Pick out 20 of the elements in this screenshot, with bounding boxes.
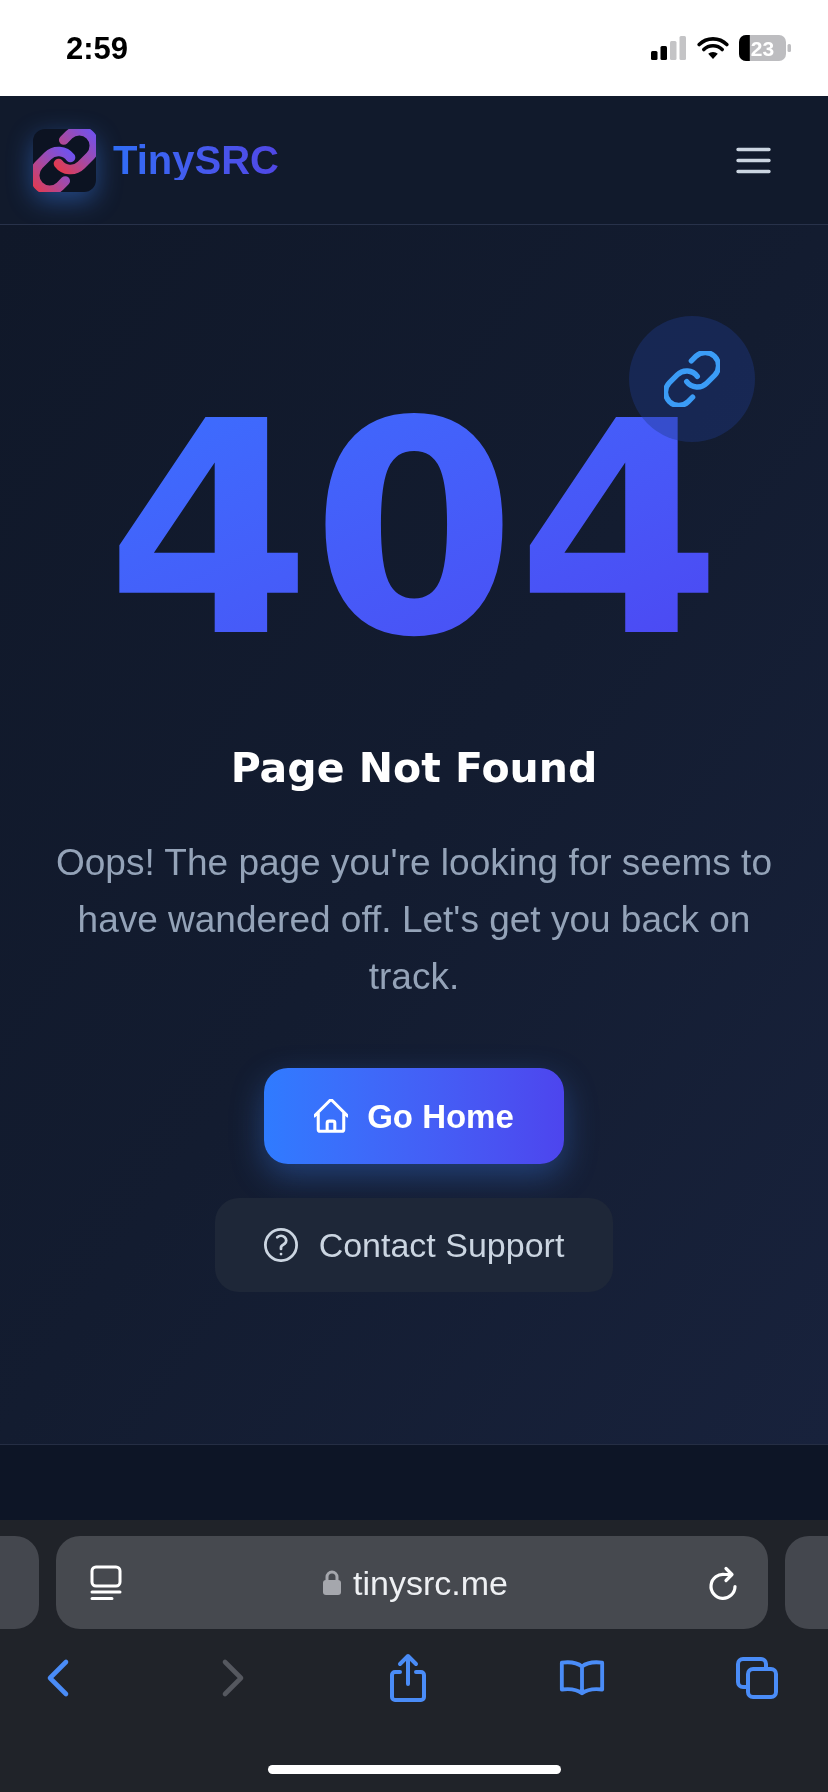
menu-icon[interactable] [736,146,771,174]
address-bar[interactable]: tinysrc.me [56,1536,768,1629]
home-icon [314,1099,349,1133]
back-icon[interactable] [46,1658,70,1698]
lock-icon [323,1570,342,1595]
tabs-icon[interactable] [734,1655,780,1701]
signal-icon [651,36,687,60]
support-button[interactable]: Contact Support [214,1198,614,1292]
url-text: tinysrc.me [353,1565,508,1600]
share-icon[interactable] [387,1652,428,1704]
error-message: Oops! The page you're looking for seems to have wandered off. Let's get you back on track. [55,841,773,999]
book-icon[interactable] [558,1658,607,1698]
wifi-icon [697,36,729,60]
battery-percentage: 23 [750,37,775,59]
status-time: 2:59 [66,32,129,64]
reader-icon[interactable] [89,1564,123,1601]
chain-logo-icon[interactable] [33,128,96,192]
battery-icon [739,35,791,61]
home-button[interactable]: Go Home [264,1068,564,1164]
error-title: Page Not Found [230,744,598,792]
